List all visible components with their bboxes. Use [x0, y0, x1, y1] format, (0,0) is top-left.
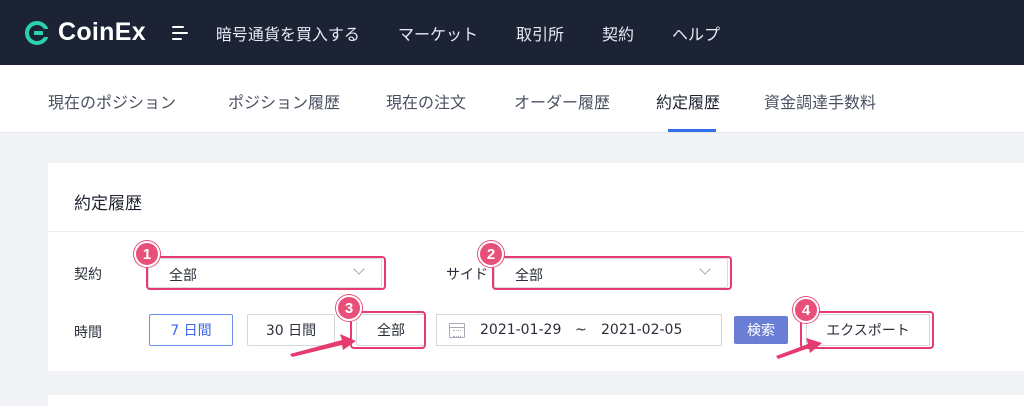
- date-separator: ~: [575, 322, 587, 338]
- chevron-down-icon: [699, 263, 711, 275]
- date-range-picker[interactable]: 2021-01-29 ~ 2021-02-05: [436, 314, 722, 346]
- nav-market[interactable]: マーケット: [398, 21, 478, 45]
- side-select-value: 全部: [515, 268, 543, 284]
- export-button[interactable]: エクスポート: [806, 314, 930, 346]
- search-button[interactable]: 検索: [734, 316, 788, 344]
- date-to[interactable]: 2021-02-05: [601, 322, 682, 338]
- nav-exchange[interactable]: 取引所: [516, 21, 564, 45]
- coinex-logo-icon: [25, 20, 50, 45]
- time-label: 時間: [74, 325, 102, 341]
- coinex-logo[interactable]: CoinEx: [24, 18, 146, 47]
- calendar-icon: [449, 323, 465, 338]
- annotation-badge-1: 1: [134, 241, 160, 267]
- main-nav: 暗号通貨を買入する マーケット 取引所 契約 ヘルプ: [216, 21, 758, 45]
- contract-label: 契約: [74, 267, 102, 283]
- tab-current-positions[interactable]: 現在のポジション: [48, 89, 176, 113]
- date-from[interactable]: 2021-01-29: [480, 322, 561, 338]
- nav-contract[interactable]: 契約: [602, 21, 634, 45]
- top-navbar: CoinEx 暗号通貨を買入する マーケット 取引所 契約 ヘルプ: [0, 0, 1024, 65]
- subtab-bar: 現在のポジション ポジション履歴 現在の注文 オーダー履歴 約定履歴 資金調達手…: [0, 65, 1024, 133]
- tab-order-history[interactable]: オーダー履歴: [514, 89, 610, 113]
- brand-name: CoinEx: [58, 18, 146, 46]
- results-card: [48, 395, 1024, 406]
- contract-select[interactable]: 全部: [148, 258, 382, 288]
- active-tab-indicator: [668, 129, 716, 132]
- time-30-days-button[interactable]: 30 日間: [247, 314, 335, 346]
- tab-current-orders[interactable]: 現在の注文: [386, 89, 466, 113]
- annotation-badge-4: 4: [793, 297, 819, 323]
- trade-history-card: 約定履歴 契約 全部 サイド 全部 時間 7 日間 30 日間 全部 2021-…: [48, 163, 1024, 371]
- side-select[interactable]: 全部: [494, 258, 728, 288]
- card-divider: [48, 231, 1024, 232]
- side-label: サイド: [446, 267, 488, 283]
- time-7-days-button[interactable]: 7 日間: [149, 314, 233, 346]
- tab-position-history[interactable]: ポジション履歴: [228, 89, 340, 113]
- annotation-badge-2: 2: [478, 241, 504, 267]
- menu-icon[interactable]: [171, 25, 188, 40]
- tab-trade-history[interactable]: 約定履歴: [656, 89, 720, 113]
- nav-help[interactable]: ヘルプ: [672, 21, 720, 45]
- time-all-button[interactable]: 全部: [356, 314, 426, 346]
- tab-funding-fees[interactable]: 資金調達手数料: [764, 89, 876, 113]
- nav-buy-crypto[interactable]: 暗号通貨を買入する: [216, 21, 360, 45]
- chevron-down-icon: [353, 263, 365, 275]
- contract-select-value: 全部: [169, 268, 197, 284]
- annotation-badge-3: 3: [336, 295, 362, 321]
- card-title: 約定履歴: [74, 194, 142, 214]
